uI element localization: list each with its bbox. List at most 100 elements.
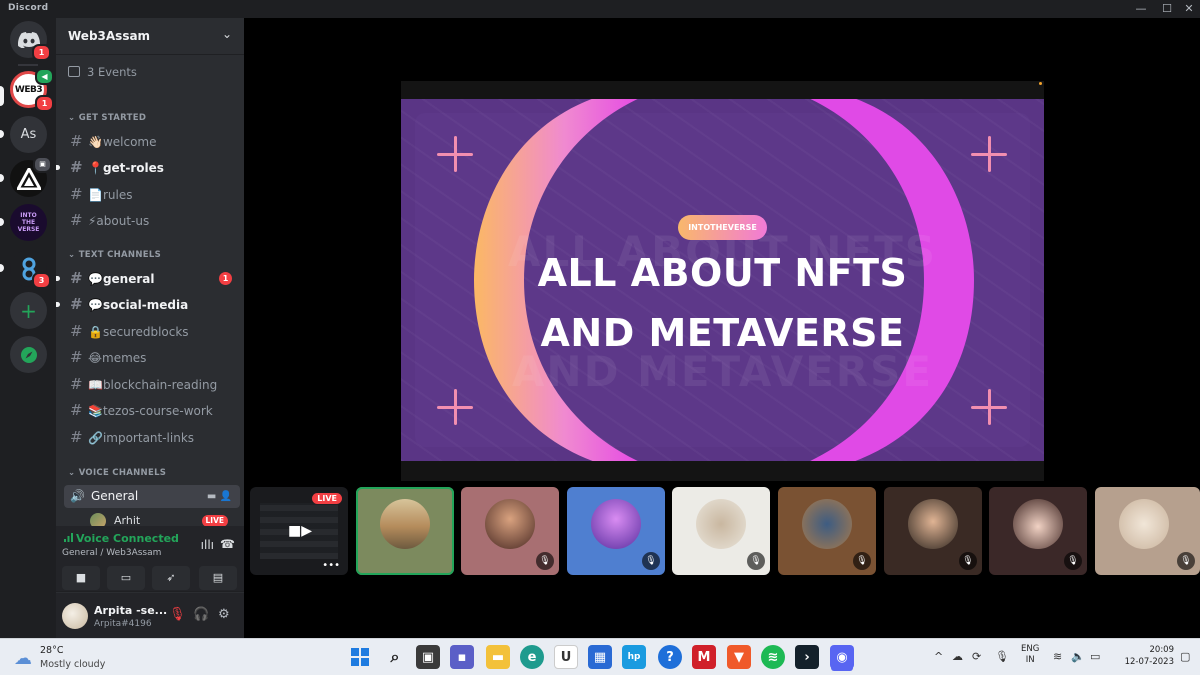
channel-welcome[interactable]: # 👋🏻welcome — [64, 130, 240, 152]
brave-browser[interactable]: ▼ — [727, 645, 751, 669]
hash-icon: # — [70, 132, 83, 150]
stream-stage: ALL ABOUT NFTS AND METAVERSE INTOTHEVERS… — [244, 18, 1200, 638]
battery-icon[interactable]: ▭ — [1090, 650, 1100, 663]
home-button[interactable]: 1 — [10, 21, 51, 61]
participant-tile[interactable]: 🎙 — [567, 487, 665, 575]
participant-tile[interactable]: 🎙 — [778, 487, 876, 575]
category-text-channels[interactable]: ⌄ TEXT CHANNELS — [68, 250, 161, 260]
unread-indicator — [0, 174, 4, 182]
more-icon[interactable]: ••• — [322, 560, 340, 571]
spotify-app[interactable]: ≋ — [761, 645, 785, 669]
add-user-icon[interactable]: 👤 — [220, 491, 232, 502]
search-button[interactable]: ⌕ — [383, 645, 407, 669]
server-chain[interactable]: 3 — [10, 250, 51, 289]
channel-get-roles[interactable]: # 📍get-roles — [56, 156, 240, 178]
sync-icon[interactable]: ⟳ — [972, 650, 981, 663]
voice-location: General / Web3Assam — [62, 548, 162, 558]
participant-tile[interactable]: 🎙 — [989, 487, 1087, 575]
signal-icon[interactable] — [64, 533, 73, 542]
terminal-app[interactable]: › — [795, 645, 819, 669]
soundboard-button[interactable]: ▤ — [199, 566, 237, 590]
language-code: ENG — [1021, 644, 1040, 654]
channel-about-us[interactable]: # ⚡about-us — [64, 209, 240, 231]
disconnect-icon[interactable]: ☎ — [220, 537, 235, 551]
participant-tile[interactable] — [356, 487, 454, 575]
mic-muted-icon: 🎙 — [959, 552, 977, 570]
channel-social-media[interactable]: # 💬social-media — [56, 293, 240, 315]
voice-channel-general[interactable]: 🔊 General ▬ 👤 — [64, 485, 240, 508]
channel-important-links[interactable]: # 🔗important-links — [64, 426, 240, 448]
chat-app[interactable]: ▪ — [450, 645, 474, 669]
chevron-up-icon[interactable]: ^ — [934, 650, 943, 663]
explore-servers-button[interactable] — [10, 336, 47, 373]
server-web3assam[interactable]: WEB3 ◀ 1 — [10, 68, 54, 112]
avatar[interactable] — [62, 603, 88, 629]
chevron-down-icon: ⌄ — [221, 27, 232, 41]
onedrive-icon[interactable]: ☁ — [952, 650, 963, 663]
file-explorer[interactable]: ▬ — [486, 645, 510, 669]
clock[interactable]: 20:09 12-07-2023 — [1108, 644, 1174, 668]
participant-tile[interactable]: 🎙 — [461, 487, 559, 575]
avatar — [591, 499, 641, 549]
channel-securedblocks[interactable]: # 🔒securedblocks — [64, 320, 240, 342]
username[interactable]: Arpita -se... — [94, 604, 167, 617]
noise-suppression-icon[interactable]: ıllı — [201, 538, 214, 552]
participant-tile[interactable]: 🎙 — [884, 487, 982, 575]
hp-app[interactable]: hp — [622, 645, 646, 669]
calendar-icon — [68, 66, 80, 77]
category-get-started[interactable]: ⌄ GET STARTED — [68, 113, 146, 123]
search-icon: ⌕ — [390, 647, 400, 666]
screen-share-button[interactable]: ▭ — [107, 566, 145, 590]
channel-general[interactable]: # 💬general 1 — [56, 267, 240, 289]
minimize-icon[interactable]: — — [1130, 1, 1152, 17]
hash-icon: # — [70, 322, 83, 340]
language-indicator[interactable]: ENG IN — [1021, 644, 1039, 666]
edge-browser[interactable]: e — [520, 645, 544, 669]
participant-tile[interactable]: 🎙 — [1095, 487, 1200, 575]
participant-tile[interactable]: 🎙 — [672, 487, 770, 575]
avatar — [802, 499, 852, 549]
server-as[interactable]: As — [10, 116, 47, 153]
weather-widget[interactable]: ☁ 28°C Mostly cloudy — [14, 644, 124, 672]
events-link[interactable]: 3 Events — [68, 65, 137, 79]
category-voice-channels[interactable]: ⌄ VOICE CHANNELS — [68, 468, 166, 478]
close-icon[interactable]: ✕ — [1178, 1, 1200, 17]
channel-memes[interactable]: # 😂memes — [64, 346, 240, 368]
volume-icon[interactable]: 🔈 — [1071, 650, 1085, 663]
server-header[interactable]: Web3Assam ⌄ — [56, 18, 244, 55]
screen-share-icon: ▭ — [120, 571, 132, 584]
mcafee-app[interactable]: M — [692, 645, 716, 669]
help-app[interactable]: ? — [658, 645, 682, 669]
hash-icon: # — [70, 185, 83, 203]
channel-tezos-course-work[interactable]: # 📚tezos-course-work — [64, 399, 240, 421]
category-label: TEXT CHANNELS — [78, 250, 162, 260]
avatar — [696, 499, 746, 549]
maximize-icon[interactable]: ☐ — [1156, 1, 1178, 17]
microsoft-store[interactable]: ▦ — [588, 645, 612, 669]
task-view-button[interactable]: ▣ — [416, 645, 440, 669]
activity-button[interactable]: ➶ — [152, 566, 190, 590]
mic-muted-icon[interactable]: 🎙 — [169, 607, 186, 622]
discord-app[interactable]: ◉ — [830, 645, 854, 669]
wifi-icon[interactable]: ≋ — [1053, 650, 1062, 663]
add-server-button[interactable]: + — [10, 292, 47, 329]
channel-rules[interactable]: # 📄rules — [64, 183, 240, 205]
start-button[interactable] — [348, 645, 372, 669]
channel-label: 📍get-roles — [88, 161, 164, 175]
avatar — [485, 499, 535, 549]
notification-icon[interactable]: ▢ — [1180, 650, 1190, 663]
gear-icon[interactable]: ⚙ — [218, 607, 230, 622]
chat-icon[interactable]: ▬ — [207, 491, 216, 502]
stream-tile[interactable]: LIVE ■▶ ••• — [250, 487, 348, 575]
camera-button[interactable]: ■ — [62, 566, 100, 590]
events-label: 3 Events — [87, 65, 137, 79]
server-intotheverse[interactable]: INTO THE VERSE — [10, 204, 47, 241]
time: 20:09 — [1149, 645, 1175, 655]
server-triangle[interactable]: ▣ — [10, 156, 52, 197]
headphones-icon[interactable]: 🎧 — [193, 607, 209, 622]
avatar — [908, 499, 958, 549]
u-app[interactable]: U — [554, 645, 578, 669]
channel-blockchain-reading[interactable]: # 📖blockchain-reading — [64, 373, 240, 395]
microphone-icon[interactable]: 🎙 — [995, 650, 1009, 663]
shared-screen[interactable]: ALL ABOUT NFTS AND METAVERSE INTOTHEVERS… — [401, 81, 1044, 481]
